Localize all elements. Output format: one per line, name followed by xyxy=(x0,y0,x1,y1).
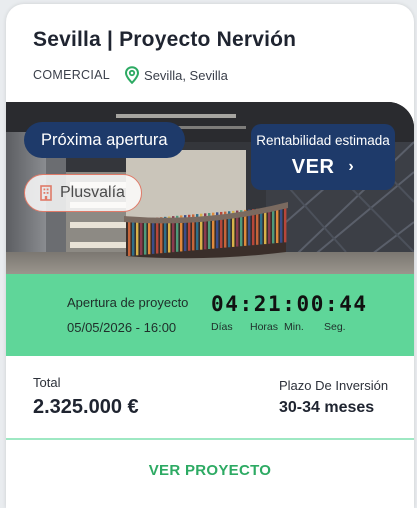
unit-days: Días xyxy=(211,321,233,333)
unit-hours: Horas xyxy=(250,321,279,333)
countdown-date: 05/05/2026 - 16:00 xyxy=(67,320,177,335)
unit-minutes: Min. xyxy=(284,321,304,333)
upcoming-opening-badge: Próxima apertura xyxy=(24,122,185,158)
total-value: 2.325.000 € xyxy=(33,396,139,418)
countdown-label: Apertura de proyecto xyxy=(67,295,189,310)
estimated-return-action: VER › xyxy=(251,156,395,179)
unit-seconds: Seg. xyxy=(324,321,346,333)
location-pin-icon xyxy=(125,66,140,84)
project-title: Sevilla | Proyecto Nervión xyxy=(33,28,297,51)
project-location: Sevilla, Sevilla xyxy=(144,67,228,83)
opening-countdown: Apertura de proyecto 05/05/2026 - 16:00 … xyxy=(6,274,414,356)
estimated-return-label: Rentabilidad estimada xyxy=(256,133,390,148)
building-icon xyxy=(40,185,52,201)
project-card[interactable]: Sevilla | Proyecto Nervión COMERCIAL Sev… xyxy=(6,4,414,508)
view-project-button[interactable]: VER PROYECTO xyxy=(6,462,414,479)
ver-label: VER xyxy=(291,156,335,178)
chevron-right-icon: › xyxy=(348,158,355,175)
plusvalia-badge: Plusvalía xyxy=(24,174,142,212)
estimated-return-button[interactable]: Rentabilidad estimada VER › xyxy=(251,124,395,190)
term-value: 30-34 meses xyxy=(279,399,375,416)
divider xyxy=(6,438,414,440)
term-label: Plazo De Inversión xyxy=(279,378,389,393)
countdown-time: 04:21:00:44 xyxy=(211,292,368,316)
total-label: Total xyxy=(33,375,61,390)
project-category: COMERCIAL xyxy=(33,68,111,82)
plusvalia-label: Plusvalía xyxy=(60,184,125,201)
project-meta: COMERCIAL Sevilla, Sevilla xyxy=(33,66,228,84)
